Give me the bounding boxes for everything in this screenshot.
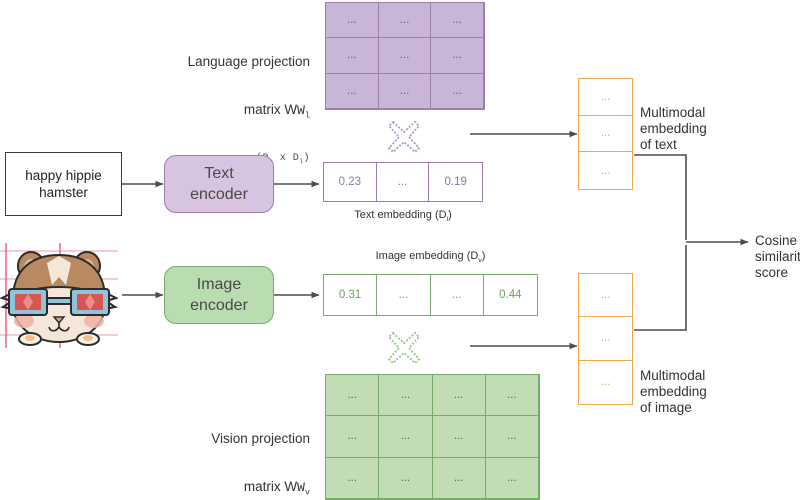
embedding-cell: 0.23 [324, 163, 377, 201]
matrix-cell: ... [326, 38, 379, 74]
embedding-cell: ... [600, 376, 611, 389]
diagram-canvas: Language projection matrix WWl (De x Dl)… [0, 0, 800, 500]
multiply-operator-image [386, 330, 422, 366]
matrix-cell: ... [431, 3, 484, 39]
matrix-cell: ... [432, 375, 486, 417]
embedding-cell: ... [377, 275, 431, 315]
matrix-cell: ... [485, 416, 539, 458]
matrix-cell: ... [326, 3, 379, 39]
text-embedding-vector: 0.23 ... 0.19 [323, 162, 483, 202]
image-embedding-vector: 0.31 ... ... 0.44 [323, 274, 538, 316]
matrix-cell: ... [379, 375, 433, 417]
embedding-cell: ... [579, 317, 632, 361]
multimodal-text-label: Multimodal embedding of text [640, 105, 707, 152]
multiply-operator-text [386, 119, 422, 155]
embedding-cell: 0.31 [324, 275, 378, 315]
multimodal-text-embedding: ... ... ... [578, 78, 633, 190]
multimodal-image-embedding: ... ... ... [578, 273, 633, 405]
matrix-cell: ... [485, 375, 539, 417]
text-encoder-label: Text encoder [190, 165, 248, 203]
matrix-cell: ... [432, 457, 486, 499]
language-projection-title: Language projection [187, 54, 310, 69]
embedding-cell: ... [579, 79, 632, 116]
text-encoder-box[interactable]: Text encoder [164, 155, 274, 213]
vision-projection-matrix-name: matrix WWv [243, 479, 310, 498]
embedding-cell: ... [579, 274, 632, 318]
text-input-value: happy hippie hamster [25, 168, 102, 200]
embedding-cell: 0.19 [444, 176, 467, 188]
image-input-thumbnail[interactable] [0, 243, 118, 348]
cosine-similarity-output-label: Cosine similarity score [755, 233, 800, 280]
multimodal-image-label: Multimodal embedding of image [640, 368, 707, 415]
matrix-cell: ... [431, 38, 484, 74]
embedding-cell: ... [600, 164, 611, 177]
text-input-box[interactable]: happy hippie hamster [5, 152, 122, 216]
vision-projection-label: Vision projection matrix WWv (De x Dv) [160, 415, 310, 500]
matrix-cell: ... [378, 38, 432, 74]
matrix-cell: ... [379, 457, 433, 499]
text-embedding-caption: Text embedding (Dl) [354, 209, 452, 224]
vision-projection-title: Vision projection [211, 431, 310, 446]
embedding-cell: ... [579, 116, 632, 153]
language-projection-matrix-name: matrix WWl [243, 102, 310, 121]
embedding-cell: ... [431, 275, 484, 315]
matrix-cell: ... [432, 416, 486, 458]
image-encoder-label: Image encoder [190, 276, 248, 314]
matrix-cell: ... [378, 3, 432, 39]
matrix-cell: ... [326, 375, 380, 417]
matrix-cell: ... [326, 73, 379, 109]
matrix-cell: ... [379, 416, 433, 458]
matrix-cell: ... [431, 73, 484, 109]
vision-projection-matrix: ... ... ... ... ... ... ... ... ... ... … [325, 374, 540, 500]
matrix-cell: ... [485, 457, 539, 499]
image-encoder-box[interactable]: Image encoder [164, 266, 274, 324]
matrix-cell: ... [326, 457, 380, 499]
matrix-cell: ... [326, 416, 380, 458]
matrix-cell: ... [378, 73, 432, 109]
language-projection-matrix: ... ... ... ... ... ... ... ... ... [325, 2, 485, 110]
embedding-cell: 0.44 [499, 289, 522, 301]
image-embedding-caption: Image embedding (Dv) [375, 250, 486, 265]
embedding-cell: ... [377, 163, 430, 201]
